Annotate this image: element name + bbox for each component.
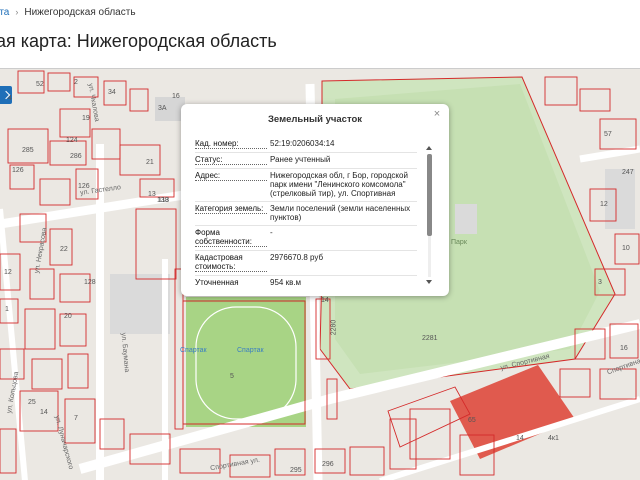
attribute-value: Ранее учтенный (270, 155, 331, 164)
attribute-row: Кад. номер: 52:19:0206034:14 (195, 137, 417, 153)
parcel-number: 4 (8, 95, 12, 102)
parcel-number: 10 (622, 245, 630, 252)
parcel-number: 124 (66, 137, 78, 144)
parcel-number: 52 (36, 81, 44, 88)
attribute-value: 52:19:0206034:14 (270, 139, 335, 148)
scroll-down-icon[interactable] (426, 280, 432, 284)
attribute-row: Уточненная площадь: 954 кв.м (195, 276, 417, 289)
attribute-key: Кад. номер: (195, 139, 267, 149)
parcel-number: 296 (322, 461, 334, 468)
attribute-value: - (270, 228, 273, 237)
poi-label[interactable]: Парк (451, 239, 467, 246)
parcel-number: 295 (290, 467, 302, 474)
attribute-row: Категория земель: Земли поселений (земли… (195, 202, 417, 226)
close-icon[interactable]: × (431, 108, 443, 120)
parcel-number: 4к1 (548, 435, 559, 442)
attribute-value: Нижегородская обл, г Бор, городской парк… (270, 171, 408, 198)
parcel-number: 21 (146, 159, 154, 166)
parcel-number: 65 (468, 417, 476, 424)
parcel-number: 7 (74, 415, 78, 422)
parcel-number: 3A (158, 105, 167, 112)
breadcrumb: рта › Нижегородская область (0, 4, 136, 20)
parcel-number: 128 (84, 279, 96, 286)
parcel-number: 25 (28, 399, 36, 406)
parcel-number: 14 (321, 297, 329, 304)
parcel-number: 5 (230, 373, 234, 380)
cadastral-map-page: рта › Нижегородская область ая карта: Ни… (0, 0, 640, 480)
parcel-number: 2280 (330, 319, 338, 336)
popup-title: Земельный участок (267, 114, 363, 125)
attribute-value: 954 кв.м (270, 278, 302, 287)
parcel-number: 247 (622, 169, 634, 176)
parcel-number: 20 (64, 313, 72, 320)
parcel-number: 1 (5, 306, 9, 313)
attribute-key: Категория земель: (195, 204, 267, 214)
parcel-number: 2281 (422, 335, 438, 342)
page-title: ая карта: Нижегородская область (0, 31, 277, 51)
parcel-number: 57 (604, 131, 612, 138)
parcel-number: 285 (22, 147, 34, 154)
scrollbar-thumb[interactable] (427, 154, 432, 236)
breadcrumb-separator-icon: › (15, 7, 19, 17)
popup-scrollbar[interactable] (425, 146, 434, 284)
scroll-up-icon[interactable] (426, 146, 432, 150)
attribute-key: Форма собственности: (195, 228, 267, 247)
parcel-number: 34 (108, 89, 116, 96)
attribute-value: Земли поселений (земли населенных пункто… (270, 204, 411, 222)
attribute-row: Кадастровая стоимость: 2976670.8 руб (195, 251, 417, 276)
attribute-row: Статус: Ранее учтенный (195, 153, 417, 169)
attribute-key: Статус: (195, 155, 267, 165)
parcel-number: 12 (4, 269, 12, 276)
parcel-number: 138 (157, 197, 169, 204)
poi-label[interactable]: Спартак (180, 347, 207, 354)
parcel-number: 126 (12, 167, 24, 174)
attribute-key: Уточненная площадь: (195, 278, 267, 289)
breadcrumb-item-map[interactable]: рта (0, 7, 9, 18)
parcel-number: 14 (40, 409, 48, 416)
attribute-key: Адрес: (195, 171, 267, 181)
parcel-number: 22 (60, 246, 68, 253)
parcel-number: 3 (598, 279, 602, 286)
parcel-number: 13 (148, 191, 156, 198)
breadcrumb-item-region: Нижегородская область (24, 6, 136, 18)
parcel-number: 16 (620, 345, 628, 352)
attribute-row: Адрес: Нижегородская обл, г Бор, городск… (195, 169, 417, 202)
parcel-number: 2 (74, 79, 78, 86)
attribute-key: Кадастровая стоимость: (195, 253, 267, 272)
parcel-number: 14 (516, 435, 524, 442)
popup-attribute-table: Кад. номер: 52:19:0206034:14 Статус: Ран… (195, 137, 417, 289)
parcel-number: 286 (70, 153, 82, 160)
parcel-number: 12 (600, 201, 608, 208)
parcel-number: 19 (82, 115, 90, 122)
poi-label[interactable]: Спартак (237, 347, 264, 354)
attribute-value: 2976670.8 руб (270, 253, 324, 262)
attribute-row: Форма собственности: - (195, 226, 417, 251)
parcel-number: 16 (172, 93, 180, 100)
parcel-info-popup: Земельный участок × Кад. номер: 52:19:02… (181, 104, 449, 296)
